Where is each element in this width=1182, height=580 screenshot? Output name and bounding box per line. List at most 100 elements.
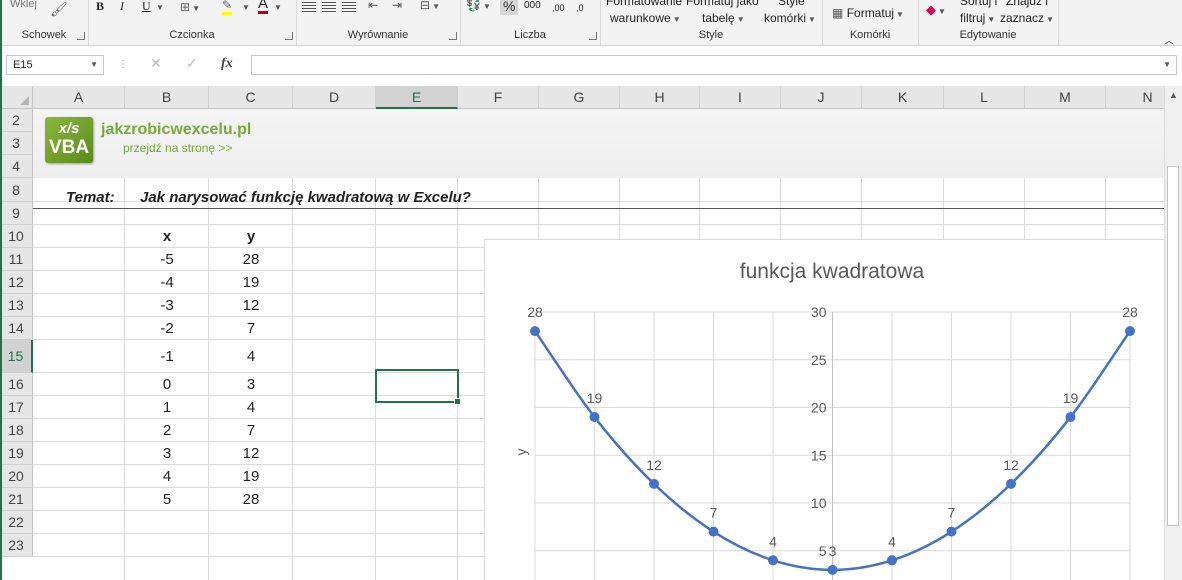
chart-y-tick-label: 30 <box>811 304 827 320</box>
underline-dropdown-icon[interactable]: ▼ <box>154 0 164 15</box>
row-header-4[interactable]: 4 <box>0 155 33 178</box>
ribbon-group-alignment: ⇤ ⇥ ⊟ ▼ Wyrównanie <box>296 0 461 45</box>
sort-filter-button[interactable]: filtruj ▼ <box>960 11 995 27</box>
column-header-k[interactable]: K <box>862 86 944 109</box>
vertical-scrollbar[interactable]: ▲ <box>1164 86 1182 580</box>
formula-bar-grip-icon[interactable]: ⋮ <box>118 59 128 70</box>
row-header-9[interactable]: 9 <box>0 202 33 225</box>
expand-formula-bar-icon[interactable]: ▼ <box>1163 60 1171 69</box>
row-header-22[interactable]: 22 <box>0 511 33 534</box>
cell-styles-line1[interactable]: Style <box>778 0 805 8</box>
insert-function-button[interactable]: fx <box>221 56 233 72</box>
format-as-table-button[interactable]: tabelę ▼ <box>702 11 745 27</box>
clear-eraser-icon[interactable]: ◆ ▼ <box>926 3 946 19</box>
cancel-icon[interactable]: ✕ <box>150 55 162 72</box>
chart-data-point <box>1125 326 1135 337</box>
font-color-dropdown-icon[interactable]: ▼ <box>272 0 282 15</box>
row-header-12[interactable]: 12 <box>0 271 33 294</box>
scroll-up-icon[interactable]: ▲ <box>1169 90 1178 100</box>
column-header-m[interactable]: M <box>1025 86 1106 109</box>
collapse-ribbon-icon[interactable]: ︿ <box>1164 32 1174 47</box>
row-header-14[interactable]: 14 <box>0 317 33 340</box>
column-header-n[interactable]: N <box>1106 86 1164 109</box>
row-header-18[interactable]: 18 <box>0 419 33 442</box>
conditional-format-line1[interactable]: Formatowanie <box>606 0 682 8</box>
chart-area[interactable]: 30 25 20 15 10 5 28 19 12 7 4 3 4 7 12 19 28 funkcja kw… <box>484 239 1164 580</box>
italic-button[interactable]: I <box>120 0 124 13</box>
decrease-decimal-button[interactable]: ,0 <box>576 1 584 15</box>
row-header-11[interactable]: 11 <box>0 248 33 271</box>
find-select-button[interactable]: zaznacz ▼ <box>1000 11 1054 27</box>
row-header-19[interactable]: 19 <box>0 442 33 465</box>
column-header-i[interactable]: I <box>700 86 781 109</box>
enter-icon[interactable]: ✓ <box>186 55 198 72</box>
paste-button-label[interactable]: Wklej <box>10 0 37 11</box>
align-right-icon[interactable] <box>342 2 356 12</box>
column-header-h[interactable]: H <box>620 86 700 109</box>
chart-data-point <box>649 478 659 489</box>
column-header-e[interactable]: E <box>376 86 458 109</box>
row-header-3[interactable]: 3 <box>0 132 33 155</box>
format-cells-button[interactable]: ▦ Formatuj ▼ <box>832 6 904 22</box>
site-link[interactable]: przejdź na stronę >> <box>123 141 232 155</box>
borders-icon[interactable]: ⊞ ▼ <box>180 0 200 16</box>
highlight-color-icon[interactable]: ✎ <box>222 0 233 15</box>
selected-cell-e15[interactable] <box>375 369 461 405</box>
row-header-17[interactable]: 17 <box>0 396 33 419</box>
column-header-j[interactable]: J <box>781 86 862 109</box>
row-header-15[interactable]: 15 <box>0 340 33 373</box>
format-as-table-line1[interactable]: Formatuj jako <box>686 0 759 8</box>
chart-data-label: 7 <box>948 505 956 521</box>
align-left-icon[interactable] <box>302 2 316 12</box>
select-all-corner[interactable] <box>0 86 33 109</box>
chart-gridlines <box>534 311 1131 580</box>
cell-styles-button[interactable]: komórki ▼ <box>764 11 816 27</box>
column-header-c[interactable]: C <box>209 86 293 109</box>
column-header-g[interactable]: G <box>539 86 620 109</box>
column-header-f[interactable]: F <box>458 86 539 109</box>
font-launcher-icon[interactable] <box>285 32 293 40</box>
group-label-editing: Edytowanie <box>959 29 1017 41</box>
row-header-10[interactable]: 10 <box>0 225 33 248</box>
underline-button[interactable]: U <box>142 0 151 13</box>
number-launcher-icon[interactable] <box>589 32 597 40</box>
increase-decimal-button[interactable]: ,00 <box>552 1 565 15</box>
name-box-dropdown-icon[interactable]: ▼ <box>90 60 98 69</box>
column-header-d[interactable]: D <box>293 86 376 109</box>
column-header-a[interactable]: A <box>33 86 125 109</box>
scrollbar-thumb[interactable] <box>1167 166 1179 526</box>
formula-input[interactable]: ▼ <box>251 55 1177 75</box>
bold-button[interactable]: B <box>96 0 104 13</box>
increase-indent-icon[interactable]: ⇥ <box>392 0 402 12</box>
chart-y-tick-label: 15 <box>811 447 827 463</box>
comma-style-button[interactable]: 000 <box>524 0 541 13</box>
sort-filter-line1[interactable]: Sortuj i <box>960 0 997 8</box>
column-header-b[interactable]: B <box>125 86 209 109</box>
row-header-8[interactable]: 8 <box>0 178 33 202</box>
row-header-13[interactable]: 13 <box>0 294 33 317</box>
highlight-dropdown-icon[interactable]: ▼ <box>240 0 250 15</box>
site-name[interactable]: jakzrobicwexcelu.pl <box>101 121 251 139</box>
column-header-l[interactable]: L <box>944 86 1025 109</box>
row-header-21[interactable]: 21 <box>0 488 33 511</box>
conditional-format-button[interactable]: warunkowe ▼ <box>610 11 681 27</box>
align-center-icon[interactable] <box>322 2 336 12</box>
vba-logo[interactable]: x/s VBA <box>45 117 93 163</box>
worksheet-grid[interactable]: ABCDEFGHIJKLMN 2 3 4 8 9 10 11 12 13 14 15 16 17 18 19… <box>0 86 1164 580</box>
row-header-23[interactable]: 23 <box>0 534 33 557</box>
font-color-icon[interactable]: A <box>258 0 269 14</box>
name-box[interactable]: E15 ▼ <box>6 55 104 75</box>
row-header-2[interactable]: 2 <box>0 109 33 132</box>
row-header-16[interactable]: 16 <box>0 373 33 396</box>
percent-style-button[interactable]: % <box>500 0 519 15</box>
topic-label: Temat: <box>66 189 115 206</box>
merge-cells-icon[interactable]: ⊟ ▼ <box>420 0 440 14</box>
chart-data-point <box>768 555 778 566</box>
row-header-20[interactable]: 20 <box>0 465 33 488</box>
find-select-line1[interactable]: Znajdź i <box>1006 0 1048 8</box>
alignment-launcher-icon[interactable] <box>449 32 457 40</box>
accounting-format-icon[interactable]: 💱 ▼ <box>466 0 491 14</box>
decrease-indent-icon[interactable]: ⇤ <box>368 0 378 12</box>
clipboard-launcher-icon[interactable] <box>77 32 85 40</box>
format-painter-icon[interactable]: 🖌 <box>50 2 68 16</box>
